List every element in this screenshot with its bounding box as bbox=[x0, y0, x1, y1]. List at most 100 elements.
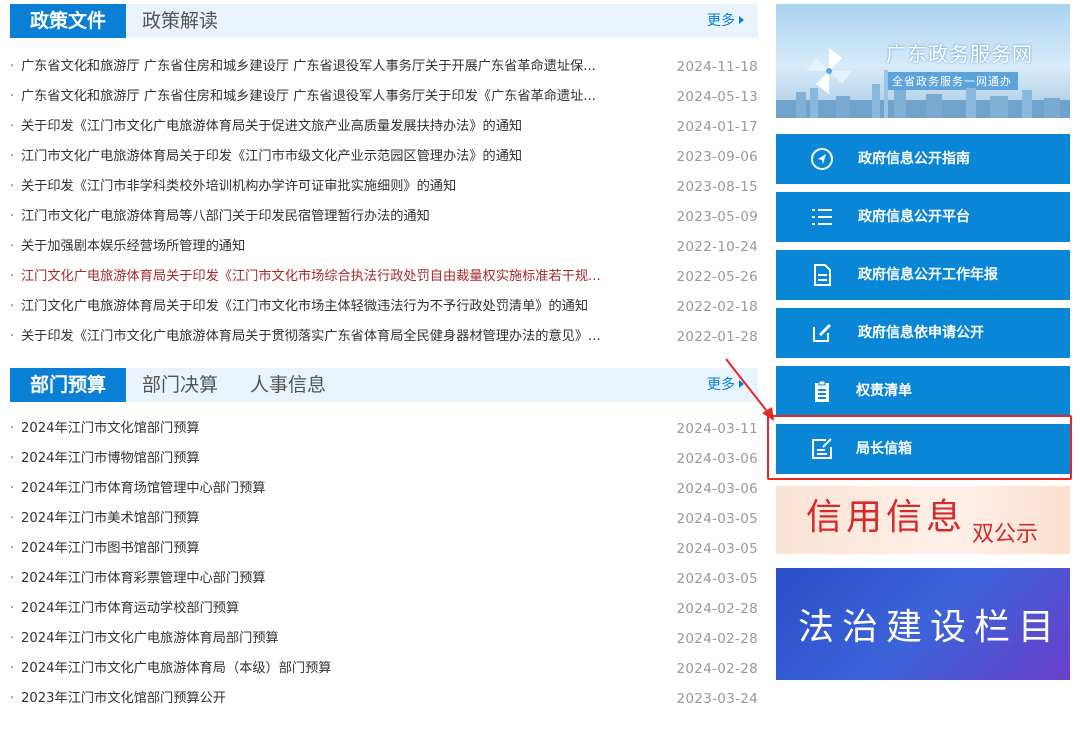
tab-personnel-info[interactable]: 人事信息 bbox=[234, 368, 342, 402]
list-item: ·2024年江门市文化广电旅游体育局（本级）部门预算2024-02-28 bbox=[10, 654, 758, 684]
button-label: 政府信息依申请公开 bbox=[858, 308, 984, 358]
list-item: ·关于印发《江门市文化广电旅游体育局关于贯彻落实广东省体育局全民健身器材管理办法… bbox=[10, 322, 758, 352]
item-title[interactable]: 关于加强剧本娱乐经营场所管理的通知 bbox=[21, 232, 671, 262]
tab-department-final-accounts[interactable]: 部门决算 bbox=[126, 368, 234, 402]
list-item: ·2024年江门市文化广电旅游体育局部门预算2024-02-28 bbox=[10, 624, 758, 654]
item-date: 2024-03-05 bbox=[677, 534, 758, 564]
highlight-annotation-box bbox=[767, 415, 1072, 480]
item-title[interactable]: 2024年江门市博物馆部门预算 bbox=[21, 444, 671, 474]
power-list-button[interactable]: 权责清单 bbox=[776, 366, 1070, 416]
law-banner-title: 法治建设栏目 bbox=[798, 598, 1062, 650]
item-title[interactable]: 2024年江门市体育场馆管理中心部门预算 bbox=[21, 474, 671, 504]
item-title[interactable]: 关于印发《江门市文化广电旅游体育局关于贯彻落实广东省体育局全民健身器材管理办法的… bbox=[21, 322, 671, 352]
list-item: ·江门文化广电旅游体育局关于印发《江门市文化市场主体轻微违法行为不予行政处罚清单… bbox=[10, 292, 758, 322]
bullet: · bbox=[10, 684, 14, 714]
triangle-right-icon bbox=[739, 16, 744, 24]
list-item: ·2024年江门市美术馆部门预算2024-03-05 bbox=[10, 504, 758, 534]
bullet: · bbox=[10, 534, 14, 564]
item-title[interactable]: 关于印发《江门市非学科类校外培训机构办学许可证审批实施细则》的通知 bbox=[21, 172, 671, 202]
bullet: · bbox=[10, 172, 14, 202]
policy-more-link[interactable]: 更多 bbox=[707, 4, 744, 38]
budget-panel: 部门预算 部门决算 人事信息 更多 ·2024年江门市文化馆部门预算2024-0… bbox=[10, 368, 758, 402]
item-date: 2024-03-05 bbox=[677, 504, 758, 534]
item-title[interactable]: 关于印发《江门市文化广电旅游体育局关于促进文旅产业高质量发展扶持办法》的通知 bbox=[21, 112, 671, 142]
tab-department-budget[interactable]: 部门预算 bbox=[10, 368, 126, 402]
list-item: ·2023年江门市文化馆部门预算公开2023-03-24 bbox=[10, 684, 758, 714]
item-title[interactable]: 广东省文化和旅游厅 广东省住房和城乡建设厅 广东省退役军人事务厅关于印发《广东省… bbox=[21, 82, 671, 112]
bullet: · bbox=[10, 112, 14, 142]
item-title[interactable]: 江门文化广电旅游体育局关于印发《江门市文化市场综合执法行政处罚自由裁量权实施标准… bbox=[21, 262, 671, 292]
navigation-arrow-icon bbox=[810, 147, 834, 171]
list-item: ·2024年江门市图书馆部门预算2024-03-05 bbox=[10, 534, 758, 564]
item-date: 2024-11-18 bbox=[677, 52, 758, 82]
list-item: ·关于印发《江门市文化广电旅游体育局关于促进文旅产业高质量发展扶持办法》的通知2… bbox=[10, 112, 758, 142]
bullet: · bbox=[10, 292, 14, 322]
tab-policy-interpretation[interactable]: 政策解读 bbox=[126, 4, 234, 38]
bullet: · bbox=[10, 232, 14, 262]
item-date: 2024-02-28 bbox=[677, 594, 758, 624]
city-skyline-icon bbox=[776, 70, 1070, 118]
credit-banner-subtitle: 双公示 bbox=[972, 516, 1038, 548]
budget-tabbar: 部门预算 部门决算 人事信息 更多 bbox=[10, 368, 758, 402]
item-date: 2024-05-13 bbox=[677, 82, 758, 112]
item-title[interactable]: 广东省文化和旅游厅 广东省住房和城乡建设厅 广东省退役军人事务厅关于开展广东省革… bbox=[21, 52, 671, 82]
gov-info-annual-report-button[interactable]: 政府信息公开工作年报 bbox=[776, 250, 1070, 300]
list-item: ·2024年江门市体育彩票管理中心部门预算2024-03-05 bbox=[10, 564, 758, 594]
list-item: ·广东省文化和旅游厅 广东省住房和城乡建设厅 广东省退役军人事务厅关于开展广东省… bbox=[10, 52, 758, 82]
bullet: · bbox=[10, 564, 14, 594]
bullet: · bbox=[10, 202, 14, 232]
item-title[interactable]: 2024年江门市美术馆部门预算 bbox=[21, 504, 671, 534]
item-date: 2023-05-09 bbox=[677, 202, 758, 232]
bullet: · bbox=[10, 414, 14, 444]
list-item: ·2024年江门市体育场馆管理中心部门预算2024-03-06 bbox=[10, 474, 758, 504]
button-label: 政府信息公开平台 bbox=[858, 192, 970, 242]
rule-of-law-banner[interactable]: 法治建设栏目 bbox=[776, 568, 1070, 680]
item-title[interactable]: 2024年江门市文化广电旅游体育局部门预算 bbox=[21, 624, 671, 654]
item-title[interactable]: 2024年江门市文化馆部门预算 bbox=[21, 414, 671, 444]
policy-panel: 政策文件 政策解读 更多 ·广东省文化和旅游厅 广东省住房和城乡建设厅 广东省退… bbox=[10, 4, 758, 38]
item-title[interactable]: 江门市文化广电旅游体育局关于印发《江门市市级文化产业示范园区管理办法》的通知 bbox=[21, 142, 671, 172]
gov-info-platform-button[interactable]: 政府信息公开平台 bbox=[776, 192, 1070, 242]
list-item: ·2024年江门市文化馆部门预算2024-03-11 bbox=[10, 414, 758, 444]
document-icon bbox=[810, 263, 834, 287]
item-title[interactable]: 江门文化广电旅游体育局关于印发《江门市文化市场主体轻微违法行为不予行政处罚清单》… bbox=[21, 292, 671, 322]
policy-list: ·广东省文化和旅游厅 广东省住房和城乡建设厅 广东省退役军人事务厅关于开展广东省… bbox=[10, 52, 758, 352]
gov-services-banner[interactable]: 广东政务服务网 全省政务服务一网通办 bbox=[776, 4, 1070, 118]
gov-info-guide-button[interactable]: 政府信息公开指南 bbox=[776, 134, 1070, 184]
policy-tabbar: 政策文件 政策解读 更多 bbox=[10, 4, 758, 38]
item-date: 2024-03-06 bbox=[677, 444, 758, 474]
item-date: 2024-03-06 bbox=[677, 474, 758, 504]
item-date: 2023-08-15 bbox=[677, 172, 758, 202]
list-item: ·2024年江门市体育运动学校部门预算2024-02-28 bbox=[10, 594, 758, 624]
credit-banner-title: 信用信息 bbox=[806, 488, 966, 540]
item-title[interactable]: 江门市文化广电旅游体育局等八部门关于印发民宿管理暂行办法的通知 bbox=[21, 202, 671, 232]
bullet: · bbox=[10, 322, 14, 352]
bullet: · bbox=[10, 142, 14, 172]
tab-policy-documents[interactable]: 政策文件 bbox=[10, 4, 126, 38]
bullet: · bbox=[10, 262, 14, 292]
more-label: 更多 bbox=[707, 13, 735, 29]
item-title[interactable]: 2024年江门市图书馆部门预算 bbox=[21, 534, 671, 564]
item-title[interactable]: 2024年江门市体育运动学校部门预算 bbox=[21, 594, 671, 624]
bullet: · bbox=[10, 654, 14, 684]
list-item: ·江门市文化广电旅游体育局等八部门关于印发民宿管理暂行办法的通知2023-05-… bbox=[10, 202, 758, 232]
item-date: 2024-01-17 bbox=[677, 112, 758, 142]
gov-banner-title: 广东政务服务网 bbox=[886, 38, 1033, 67]
item-date: 2024-02-28 bbox=[677, 624, 758, 654]
gov-info-request-button[interactable]: 政府信息依申请公开 bbox=[776, 308, 1070, 358]
annotation-arrow-icon bbox=[720, 355, 780, 425]
item-date: 2022-01-28 bbox=[677, 322, 758, 352]
credit-info-banner[interactable]: 信用信息 双公示 bbox=[776, 486, 1070, 554]
item-title[interactable]: 2024年江门市文化广电旅游体育局（本级）部门预算 bbox=[21, 654, 671, 684]
button-label: 政府信息公开指南 bbox=[858, 134, 970, 184]
button-label: 政府信息公开工作年报 bbox=[858, 250, 998, 300]
button-label: 权责清单 bbox=[856, 366, 912, 416]
list-item: ·关于加强剧本娱乐经营场所管理的通知2022-10-24 bbox=[10, 232, 758, 262]
list-item: ·2024年江门市博物馆部门预算2024-03-06 bbox=[10, 444, 758, 474]
bullet: · bbox=[10, 52, 14, 82]
item-title[interactable]: 2023年江门市文化馆部门预算公开 bbox=[21, 684, 671, 714]
list-item: ·广东省文化和旅游厅 广东省住房和城乡建设厅 广东省退役军人事务厅关于印发《广东… bbox=[10, 82, 758, 112]
list-icon bbox=[810, 205, 834, 229]
item-title[interactable]: 2024年江门市体育彩票管理中心部门预算 bbox=[21, 564, 671, 594]
clipboard-icon bbox=[810, 379, 834, 403]
